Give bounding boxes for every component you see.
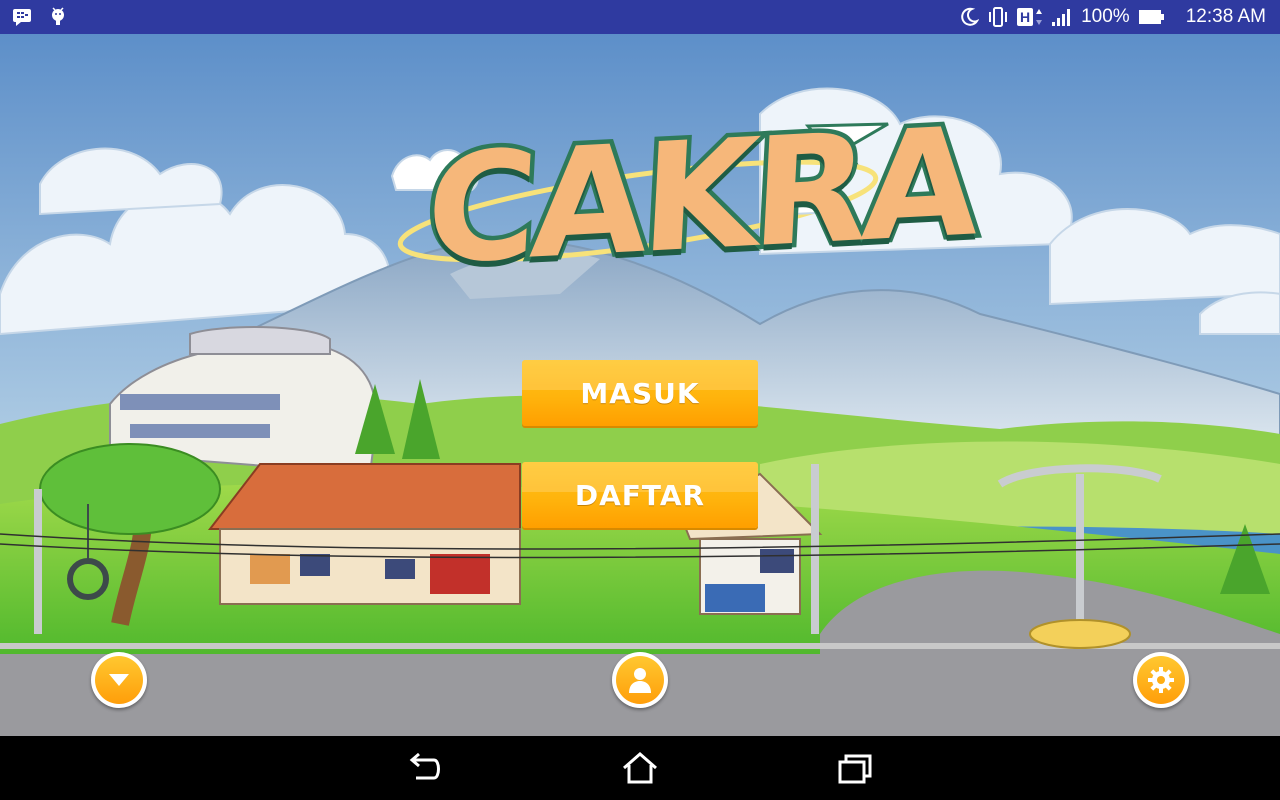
masuk-button[interactable]: MASUK: [522, 360, 758, 426]
bbm-icon: [12, 8, 32, 26]
status-bar: H 100% 12:38 AM: [0, 0, 1280, 34]
home-icon: [623, 752, 657, 784]
dropdown-round-button[interactable]: [91, 652, 147, 708]
back-icon: [409, 752, 440, 780]
battery-icon: [1138, 8, 1166, 26]
recents-button[interactable]: [836, 750, 876, 786]
navigation-bar: [0, 736, 1280, 800]
signal-icon: [1051, 7, 1073, 27]
user-icon: [629, 668, 651, 693]
back-button[interactable]: [404, 750, 444, 786]
home-button[interactable]: [620, 750, 660, 786]
cakra-logo: CAKRA: [388, 86, 982, 306]
vibrate-icon: [987, 7, 1009, 27]
android-debug-icon: [50, 7, 66, 27]
battery-percent: 100%: [1081, 6, 1130, 27]
gear-icon: [1148, 667, 1174, 693]
network-h-icon: H: [1017, 8, 1043, 26]
moon-icon: [959, 7, 980, 27]
clock: 12:38 AM: [1185, 6, 1266, 27]
settings-round-button[interactable]: [1133, 652, 1189, 708]
house-left: [207, 463, 521, 605]
daftar-button[interactable]: DAFTAR: [522, 462, 758, 528]
recents-icon: [838, 754, 872, 784]
logo-text: CAKRA: [418, 91, 982, 302]
chevron-down-icon: [109, 674, 129, 686]
profile-round-button[interactable]: [612, 652, 668, 708]
game-scene: CAKRA MASUK DAFTAR: [0, 34, 1280, 736]
